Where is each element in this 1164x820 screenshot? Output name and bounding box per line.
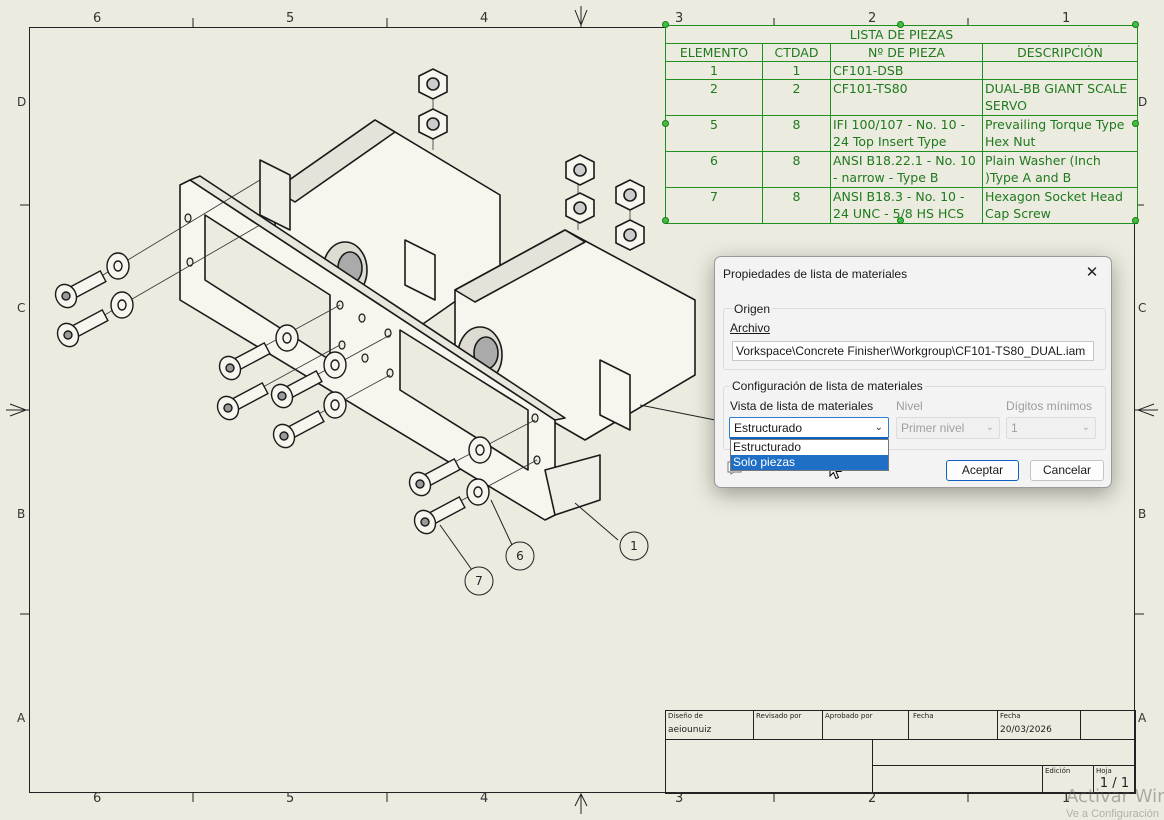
desc-cell: Hexagon Socket Head Cap Screw xyxy=(981,187,1139,224)
activation-watermark: Activar Windows xyxy=(1066,786,1164,807)
item-cell: 7 xyxy=(665,187,763,224)
col-description: DESCRIPCIÓN xyxy=(981,43,1139,62)
desc-cell xyxy=(981,61,1139,80)
digits-select[interactable]: 1 ⌄ xyxy=(1006,417,1096,439)
option-parts-only[interactable]: Solo piezas xyxy=(731,455,888,470)
table-row: 2 2 CF101-TS80 DUAL-BB GIANT SCALE SERVO xyxy=(665,79,1139,116)
digits-label: Dígitos mínimos xyxy=(1006,399,1093,413)
sheet-label: Hoja xyxy=(1096,767,1112,775)
table-row: 5 8 IFI 100/107 - No. 10 - 24 Top Insert… xyxy=(665,115,1139,152)
level-select[interactable]: Primer nivel ⌄ xyxy=(896,417,1000,439)
hex-nut xyxy=(565,154,595,186)
part-cell: IFI 100/107 - No. 10 - 24 Top Insert Typ… xyxy=(830,115,983,152)
qty-cell: 2 xyxy=(762,79,831,116)
selection-handle[interactable] xyxy=(662,217,669,224)
origin-group-label: Origen xyxy=(732,302,773,316)
design-cell: Diseño de aeiounuiz xyxy=(665,710,754,740)
view-select-value: Estructurado xyxy=(734,421,803,435)
option-structured[interactable]: Estructurado xyxy=(731,440,888,455)
chevron-down-icon: ⌄ xyxy=(1081,422,1090,433)
approved-label: Aprobado por xyxy=(825,712,873,720)
date-cell-2: Fecha 20/03/2026 xyxy=(997,710,1081,740)
date-label-2: Fecha xyxy=(1000,712,1021,720)
selection-handle[interactable] xyxy=(662,21,669,28)
view-select[interactable]: Estructurado ⌄ xyxy=(729,417,889,439)
hex-nut xyxy=(565,192,595,224)
view-dropdown-list: Estructurado Solo piezas xyxy=(730,439,889,471)
level-label: Nivel xyxy=(896,399,923,413)
selection-handle[interactable] xyxy=(1132,120,1139,127)
parts-list-title: LISTA DE PIEZAS xyxy=(664,25,1139,44)
part-cell: CF101-TS80 xyxy=(830,79,983,116)
table-row: 1 1 CF101-DSB xyxy=(665,61,1139,80)
cancel-button[interactable]: Cancelar xyxy=(1030,460,1104,481)
date-value: 20/03/2026 xyxy=(1000,725,1052,735)
table-row: 6 8 ANSI B18.22.1 - No. 10 - narrow - Ty… xyxy=(665,151,1139,188)
col-qty: CTDAD xyxy=(762,43,831,62)
selection-handle[interactable] xyxy=(1132,21,1139,28)
qty-cell: 8 xyxy=(762,115,831,152)
revised-label: Revisado por xyxy=(756,712,802,720)
blank-cell xyxy=(1080,710,1136,740)
ok-button[interactable]: Aceptar xyxy=(946,460,1019,481)
bom-properties-dialog: Propiedades de lista de materiales ✕ Ori… xyxy=(714,256,1112,488)
part-cell: ANSI B18.3 - No. 10 - 24 UNC - 5/8 HS HC… xyxy=(830,187,983,224)
desc-cell: Plain Washer (Inch )Type A and B xyxy=(981,151,1139,188)
qty-cell: 8 xyxy=(762,151,831,188)
edition-label: Edición xyxy=(1045,767,1071,775)
desc-cell: Prevailing Torque Type Hex Nut xyxy=(981,115,1139,152)
hex-nut xyxy=(615,179,645,211)
file-label: Archivo xyxy=(730,321,771,335)
balloon-6: 6 xyxy=(516,549,524,563)
date-label-1: Fecha xyxy=(913,712,934,720)
title-block: Diseño de aeiounuiz Revisado por Aprobad… xyxy=(665,710,1136,794)
selection-handle[interactable] xyxy=(1132,217,1139,224)
design-value: aeiounuiz xyxy=(668,725,712,735)
part-cell: ANSI B18.22.1 - No. 10 - narrow - Type B xyxy=(830,151,983,188)
item-cell: 1 xyxy=(665,61,763,80)
date-cell-1: Fecha xyxy=(908,710,998,740)
hex-nut xyxy=(418,108,448,140)
dialog-title: Propiedades de lista de materiales xyxy=(723,267,908,281)
chevron-down-icon: ⌄ xyxy=(985,422,994,433)
balloon-7: 7 xyxy=(475,574,483,588)
config-group-label: Configuración de lista de materiales xyxy=(730,379,925,393)
col-part-number: Nº DE PIEZA xyxy=(830,43,983,62)
selection-handle[interactable] xyxy=(897,217,904,224)
selection-handle[interactable] xyxy=(897,21,904,28)
parts-list-table[interactable]: LISTA DE PIEZAS ELEMENTO CTDAD Nº DE PIE… xyxy=(664,25,1139,224)
desc-cell: DUAL-BB GIANT SCALE SERVO xyxy=(981,79,1139,116)
item-cell: 6 xyxy=(665,151,763,188)
qty-cell: 8 xyxy=(762,187,831,224)
item-cell: 2 xyxy=(665,79,763,116)
file-path-field[interactable]: Vorkspace\Concrete Finisher\Workgroup\CF… xyxy=(732,341,1094,361)
revised-cell: Revisado por xyxy=(753,710,823,740)
design-label: Diseño de xyxy=(668,712,703,720)
approved-cell: Aprobado por xyxy=(822,710,909,740)
activation-watermark-sub: Ve a Configuración xyxy=(1066,808,1159,820)
hex-nut xyxy=(615,219,645,251)
balloon-1: 1 xyxy=(630,539,638,553)
qty-cell: 1 xyxy=(762,61,831,80)
selection-handle[interactable] xyxy=(662,120,669,127)
part-cell: CF101-DSB xyxy=(830,61,983,80)
title-cell xyxy=(872,739,1136,766)
view-label: Vista de lista de materiales xyxy=(730,399,874,413)
company-cell xyxy=(665,739,873,794)
digits-select-value: 1 xyxy=(1011,421,1018,435)
hex-nut xyxy=(418,68,448,100)
close-icon[interactable]: ✕ xyxy=(1081,262,1103,284)
level-select-value: Primer nivel xyxy=(901,421,965,435)
chevron-down-icon: ⌄ xyxy=(874,422,883,433)
blank-cell-2 xyxy=(872,765,1043,794)
item-cell: 5 xyxy=(665,115,763,152)
col-item: ELEMENTO xyxy=(665,43,763,62)
